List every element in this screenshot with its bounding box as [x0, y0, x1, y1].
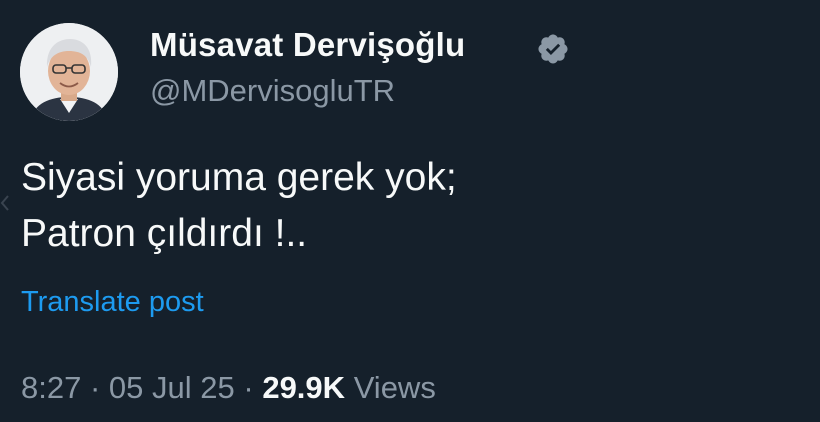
meta-separator: ·: [243, 370, 254, 405]
post-text: Siyasi yoruma gerek yok; Patron çıldırdı…: [21, 150, 457, 262]
translate-post-link[interactable]: Translate post: [21, 286, 204, 319]
views-label: Views: [353, 370, 436, 405]
post-time[interactable]: 8:27: [21, 370, 81, 405]
views-count[interactable]: 29.9K: [262, 370, 345, 405]
post-date[interactable]: 05 Jul 25: [109, 370, 235, 405]
author-display-name[interactable]: Müsavat Dervişoğlu: [150, 26, 465, 64]
avatar[interactable]: [20, 23, 118, 121]
meta-separator: ·: [89, 370, 101, 405]
avatar-portrait-icon: [20, 23, 118, 121]
verified-badge-icon[interactable]: [536, 32, 570, 66]
post-card: Müsavat Dervişoğlu @MDervisogluTR Siyasi…: [0, 0, 820, 422]
chevron-left-icon[interactable]: [0, 194, 10, 212]
post-text-line: Patron çıldırdı !..: [21, 212, 308, 255]
post-text-line: Siyasi yoruma gerek yok;: [21, 156, 457, 199]
author-handle[interactable]: @MDervisogluTR: [150, 73, 395, 109]
post-metadata: 8:27 · 05 Jul 25 · 29.9K Views: [21, 370, 436, 406]
